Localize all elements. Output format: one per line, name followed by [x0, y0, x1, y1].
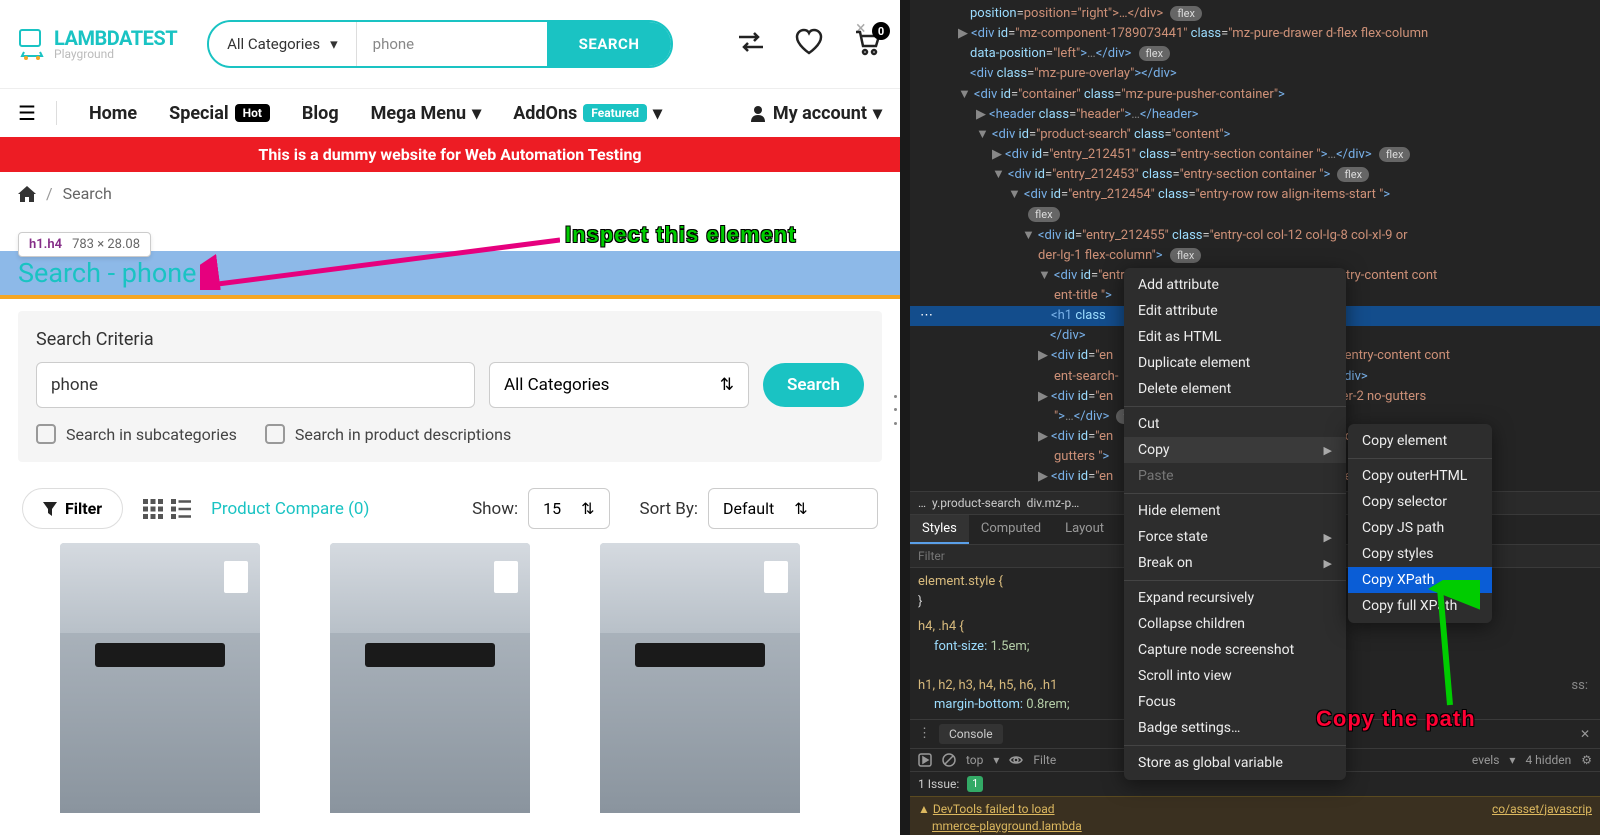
page-title: Search - phone — [18, 257, 882, 289]
home-icon[interactable] — [18, 186, 36, 202]
sort-select[interactable]: Default ⇅ — [708, 488, 878, 529]
ctx-paste: Paste — [1124, 463, 1346, 489]
inspect-tooltip: h1.h4 783 × 28.08 — [18, 232, 151, 257]
filter-button[interactable]: Filter — [22, 488, 123, 529]
sub-copy-outerhtml[interactable]: Copy outerHTML — [1348, 463, 1492, 489]
logo-icon — [18, 28, 46, 60]
ctx-expand[interactable]: Expand recursively — [1124, 585, 1346, 611]
select-caret-icon: ⇅ — [581, 499, 594, 518]
console-tab[interactable]: Console — [939, 724, 1003, 744]
filter-row: Filter Product Compare (0) Show: 15 ⇅ So… — [0, 474, 900, 543]
hamburger-icon[interactable]: ☰ — [18, 101, 57, 125]
list-view-icon[interactable] — [171, 499, 191, 519]
product-card[interactable] — [60, 543, 260, 813]
search-wrap: All Categories ▾ SEARCH — [207, 20, 673, 68]
chevron-down-icon: ▾ — [653, 103, 662, 124]
ctx-cut[interactable]: Cut — [1124, 411, 1346, 437]
top-bar: LAMBDATEST Playground All Categories ▾ S… — [0, 0, 900, 88]
ctx-scroll[interactable]: Scroll into view — [1124, 663, 1346, 689]
criteria-label: Search Criteria — [36, 329, 864, 350]
ctx-force-state[interactable]: Force state▶ — [1124, 524, 1346, 550]
products-row — [0, 543, 900, 813]
ctx-hide[interactable]: Hide element — [1124, 498, 1346, 524]
tab-layout[interactable]: Layout — [1053, 515, 1116, 544]
nav-blog[interactable]: Blog — [302, 103, 339, 124]
nav-account[interactable]: My account ▾ — [749, 103, 882, 124]
top-icons: 0 — [736, 28, 882, 60]
play-icon[interactable] — [918, 753, 932, 767]
eye-icon[interactable] — [1009, 753, 1023, 767]
ctx-edit-html[interactable]: Edit as HTML — [1124, 324, 1346, 350]
filter-icon — [43, 502, 57, 516]
nav-home[interactable]: Home — [89, 103, 137, 124]
copy-submenu: Copy element Copy outerHTML Copy selecto… — [1348, 424, 1492, 623]
inspect-annotation: Inspect this element — [565, 222, 797, 248]
criteria-search-button[interactable]: Search — [763, 363, 864, 407]
tab-styles[interactable]: Styles — [910, 515, 969, 544]
user-icon — [749, 104, 767, 122]
compare-icon[interactable] — [736, 29, 766, 59]
search-input[interactable] — [357, 22, 547, 66]
ctx-store-global[interactable]: Store as global variable — [1124, 750, 1346, 776]
clear-icon[interactable] — [942, 753, 956, 767]
cart-icon[interactable]: 0 — [852, 28, 882, 60]
search-button[interactable]: SEARCH — [547, 22, 672, 66]
ctx-badge[interactable]: Badge settings… — [1124, 715, 1346, 741]
search-category-select[interactable]: All Categories ▾ — [209, 22, 357, 66]
sub-copy-styles[interactable]: Copy styles — [1348, 541, 1492, 567]
nav-addons[interactable]: AddOns Featured ▾ — [513, 103, 662, 124]
grid-view-icon[interactable] — [143, 499, 163, 519]
console-warning: ▲ DevTools failed to loadco/asset/javasc… — [910, 796, 1600, 835]
website-panel: × LAMBDATEST Playground All Categories ▾… — [0, 0, 900, 835]
nav-mega-menu[interactable]: Mega Menu ▾ — [371, 103, 482, 124]
ctx-delete[interactable]: Delete element — [1124, 376, 1346, 402]
show-select[interactable]: 15 ⇅ — [528, 488, 609, 529]
ctx-collapse[interactable]: Collapse children — [1124, 611, 1346, 637]
ctx-duplicate[interactable]: Duplicate element — [1124, 350, 1346, 376]
check-descriptions[interactable]: Search in product descriptions — [265, 424, 511, 444]
copy-path-annotation: Copy the path — [1316, 706, 1476, 732]
gear-icon[interactable]: ⚙ — [1581, 753, 1592, 767]
check-subcategories[interactable]: Search in subcategories — [36, 424, 237, 444]
breadcrumb: / Search — [0, 172, 900, 215]
context-menu: Add attribute Edit attribute Edit as HTM… — [1124, 268, 1346, 780]
logo[interactable]: LAMBDATEST Playground — [18, 28, 177, 60]
sub-copy-full-xpath[interactable]: Copy full XPath — [1348, 593, 1492, 619]
sub-copy-element[interactable]: Copy element — [1348, 428, 1492, 454]
heading-highlight: Search - phone — [0, 251, 900, 295]
search-criteria-box: Search Criteria All Categories ⇅ Search … — [18, 311, 882, 462]
banner: This is a dummy website for Web Automati… — [0, 137, 900, 172]
ctx-focus[interactable]: Focus — [1124, 689, 1346, 715]
wishlist-icon[interactable] — [794, 28, 824, 60]
ctx-screenshot[interactable]: Capture node screenshot — [1124, 637, 1346, 663]
sub-copy-jspath[interactable]: Copy JS path — [1348, 515, 1492, 541]
checkbox-icon[interactable] — [36, 424, 56, 444]
ctx-break-on[interactable]: Break on▶ — [1124, 550, 1346, 576]
select-caret-icon: ⇅ — [794, 499, 807, 518]
product-card[interactable] — [600, 543, 800, 813]
sub-copy-xpath[interactable]: Copy XPath — [1348, 567, 1492, 593]
ctx-copy[interactable]: Copy▶ — [1124, 437, 1346, 463]
product-compare-link[interactable]: Product Compare (0) — [211, 499, 369, 519]
orange-bar — [0, 295, 900, 299]
logo-main-text: LAMBDATEST — [54, 28, 177, 48]
ctx-add-attribute[interactable]: Add attribute — [1124, 272, 1346, 298]
product-card[interactable] — [330, 543, 530, 813]
nav-bar: ☰ Home Special Hot Blog Mega Menu ▾ AddO… — [0, 88, 900, 137]
cart-badge: 0 — [872, 22, 890, 40]
nav-special[interactable]: Special Hot — [169, 103, 270, 124]
ctx-edit-attribute[interactable]: Edit attribute — [1124, 298, 1346, 324]
chevron-down-icon: ▾ — [873, 103, 882, 124]
criteria-keyword-input[interactable] — [36, 362, 475, 408]
sub-copy-selector[interactable]: Copy selector — [1348, 489, 1492, 515]
tab-computed[interactable]: Computed — [969, 515, 1053, 544]
logo-sub-text: Playground — [54, 48, 177, 60]
breadcrumb-current[interactable]: Search — [63, 184, 112, 203]
criteria-category-select[interactable]: All Categories ⇅ — [489, 362, 749, 408]
chevron-down-icon: ▾ — [472, 103, 481, 124]
checkbox-icon[interactable] — [265, 424, 285, 444]
select-caret-icon: ⇅ — [720, 375, 734, 395]
resize-handle[interactable] — [888, 390, 902, 430]
chevron-down-icon: ▾ — [330, 35, 338, 53]
